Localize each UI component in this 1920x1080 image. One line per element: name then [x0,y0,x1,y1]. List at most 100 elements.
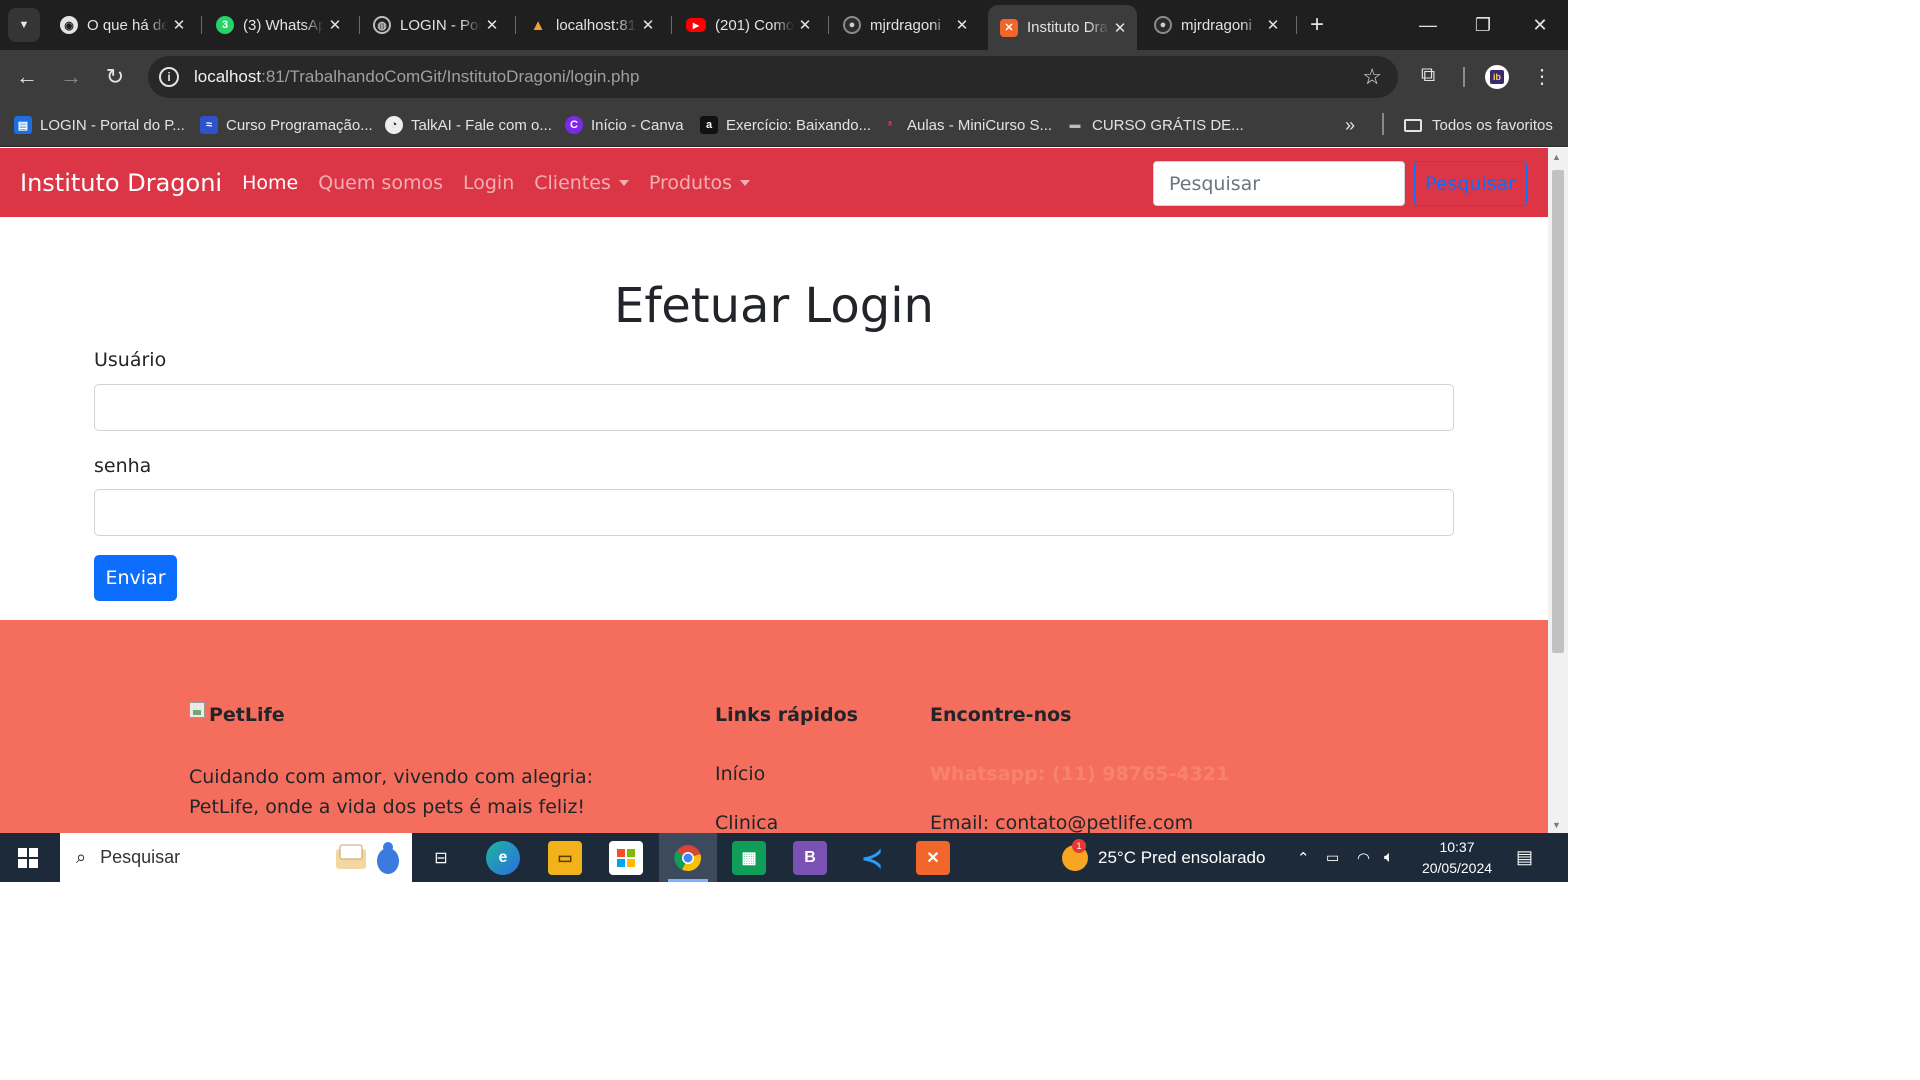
back-arrow-icon[interactable]: ← [12,62,42,92]
browser-tab[interactable]: ◍ LOGIN - Portal ✕ [361,8,509,42]
bookmark-item[interactable]: C Início - Canva [565,113,684,137]
scroll-down-icon[interactable]: ▼ [1552,820,1561,830]
show-hidden-icons[interactable]: ⌃ [1297,833,1310,882]
close-icon[interactable]: ✕ [637,16,659,34]
bookmarks-bar: ▤ LOGIN - Portal do P... ≈ Curso Program… [0,104,1568,147]
github-icon: ● [1154,16,1172,34]
url-text[interactable]: localhost:81/TrabalhandoComGit/Instituto… [194,67,639,87]
user-label: Usuário [94,349,167,371]
nav-login[interactable]: Login [453,172,524,194]
whatsapp-icon: 3 [216,16,234,34]
browser-tab[interactable]: 3 (3) WhatsApp ✕ [204,8,352,42]
tab-title: (3) WhatsApp [243,16,324,34]
alura-icon: a [700,116,718,134]
minimize-icon[interactable]: — [1408,10,1448,40]
extensions-icon[interactable]: ⧉ [1421,64,1435,87]
active-app-indicator [668,879,708,882]
more-bookmarks-icon[interactable]: » [1345,115,1355,136]
google-sheets-icon[interactable]: ▦ [732,841,766,875]
close-icon[interactable]: ✕ [168,16,190,34]
volume-icon[interactable]: 🔈︎ [1384,833,1394,882]
browser-tab-strip: ▼ ◉ O que há de ✕ 3 (3) WhatsApp ✕ ◍ LOG… [0,0,1568,50]
site-search-button[interactable]: Pesquisar [1414,161,1527,206]
taskbar-search[interactable]: ⌕ Pesquisar [60,833,412,882]
user-input[interactable] [94,384,1454,431]
close-icon[interactable]: ✕ [1109,19,1131,37]
vscode-icon[interactable]: ≺ [855,841,889,875]
taskbar-clock[interactable]: 10:37 20/05/2024 [1412,837,1502,879]
scroll-up-icon[interactable]: ▲ [1552,152,1561,162]
find-us-heading: Encontre-nos [930,704,1072,726]
nav-clientes-dropdown[interactable]: Clientes [524,172,639,194]
page-scrollbar[interactable]: ▲ ▼ [1548,148,1568,833]
close-icon[interactable]: ✕ [324,16,346,34]
browser-tab[interactable]: ▲ localhost:81 ✕ [517,8,665,42]
site-footer: PetLife Cuidando com amor, vivendo com a… [0,620,1548,833]
close-icon[interactable]: ✕ [951,16,973,34]
address-bar[interactable]: i localhost:81/TrabalhandoComGit/Institu… [148,56,1398,98]
wifi-icon[interactable]: ◠ [1357,833,1370,882]
bookmark-item[interactable]: ᵜ Aulas - MiniCurso S... [881,113,1052,137]
close-icon[interactable]: ✕ [481,16,503,34]
bootstrap-icon[interactable]: B [793,841,827,875]
chevron-down-icon [618,179,629,186]
tab-search-button[interactable]: ▼ [8,8,40,42]
footer-link-clinica[interactable]: Clinica [715,812,778,833]
footer-email[interactable]: Email: contato@petlife.com [930,812,1193,833]
chrome-taskbar-icon[interactable] [671,841,705,875]
bookmark-item[interactable]: ▤ LOGIN - Portal do P... [14,113,185,137]
browser-tab[interactable]: ● mjrdragoni ✕ [1142,8,1290,42]
nav-links: Home Quem somos Login Clientes Produtos [232,172,760,194]
weather-widget[interactable]: 1 25°C Pred ensolarado [1062,833,1265,882]
site-info-icon[interactable]: i [159,67,179,87]
tab-separator [671,16,672,34]
bookmark-star-icon[interactable]: ☆ [1362,64,1382,90]
task-view-icon[interactable]: ⊟ [424,841,458,875]
nav-quem-somos[interactable]: Quem somos [308,172,453,194]
bookmark-label: TalkAI - Fale com o... [411,116,552,134]
browser-tab-active[interactable]: ✕ Instituto Dragoni ✕ [988,5,1137,50]
nav-produtos-dropdown[interactable]: Produtos [639,172,760,194]
reload-icon[interactable]: ↻ [100,62,130,92]
edge-icon[interactable]: e [486,841,520,875]
browser-tab[interactable]: ● mjrdragoni ✕ [831,8,979,42]
microsoft-store-icon[interactable] [609,841,643,875]
clock-time: 10:37 [1439,839,1475,855]
file-explorer-icon[interactable]: ▭ [548,841,582,875]
battery-icon[interactable]: ▭ [1326,833,1339,882]
close-icon[interactable]: ✕ [794,16,816,34]
bookmark-item[interactable]: a Exercício: Baixando... [700,113,871,137]
scrollbar-thumb[interactable] [1552,170,1564,653]
new-tab-button[interactable]: + [1303,10,1331,40]
all-bookmarks[interactable]: Todos os favoritos [1404,113,1553,137]
site-brand[interactable]: Instituto Dragoni [20,169,222,197]
bookmark-item[interactable]: ▬ CURSO GRÁTIS DE... [1066,113,1244,137]
window-close-icon[interactable]: ✕ [1520,10,1560,40]
browser-toolbar: ← → ↻ i localhost:81/TrabalhandoComGit/I… [0,50,1568,104]
bookmark-item[interactable]: ◔ TalkAI - Fale com o... [385,113,552,137]
localhost-icon: ▲ [530,16,546,34]
notifications-icon[interactable]: ▤ [1516,833,1533,882]
browser-tab[interactable]: ▶ (201) Como ✕ [674,8,822,42]
password-input[interactable] [94,489,1454,536]
bookmark-item[interactable]: ≈ Curso Programação... [200,113,373,137]
windows-start-icon[interactable] [18,848,38,868]
site-search-input[interactable] [1153,161,1405,206]
footer-whatsapp[interactable]: Whatsapp: (11) 98765-4321 [930,763,1229,785]
xampp-taskbar-icon[interactable]: ✕ [916,841,950,875]
menu-icon[interactable]: ⋮ [1532,64,1552,89]
bookmarks-separator [1382,113,1384,135]
close-icon[interactable]: ✕ [1262,16,1284,34]
windows-taskbar: ⌕ Pesquisar ⊟ e ▭ ▦ B ≺ ✕ 1 25°C Pred en… [0,833,1568,882]
talkai-icon: ◔ [385,116,403,134]
tab-title: mjrdragoni [870,16,941,34]
profile-avatar[interactable]: ib [1485,65,1509,89]
tab-title: (201) Como [715,16,794,34]
forward-arrow-icon[interactable]: → [56,62,86,92]
nav-home[interactable]: Home [232,172,308,194]
browser-tab[interactable]: ◉ O que há de ✕ [48,8,196,42]
restore-icon[interactable]: ❐ [1463,10,1503,40]
footer-link-inicio[interactable]: Início [715,763,765,785]
tab-title: localhost:81 [556,16,637,34]
submit-button[interactable]: Enviar [94,555,177,601]
